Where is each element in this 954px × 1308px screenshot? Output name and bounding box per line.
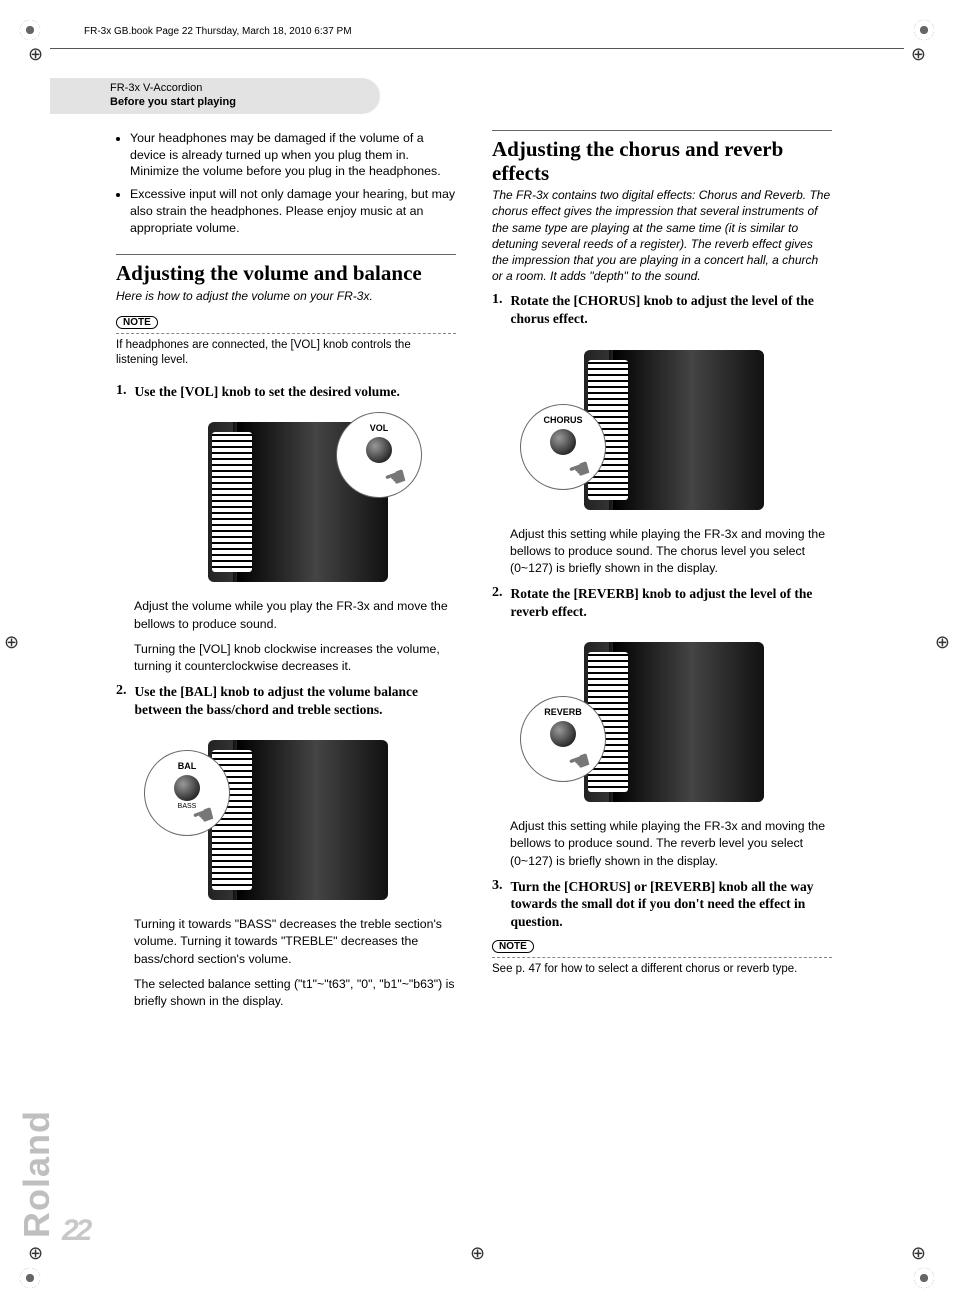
crop-cross-icon: ⊕ xyxy=(470,1243,485,1264)
product-name: FR-3x V-Accordion xyxy=(110,82,372,96)
step-number: 1. xyxy=(116,383,127,401)
hand-icon: ☚ xyxy=(381,462,411,497)
step-number: 3. xyxy=(492,878,503,931)
section-rule xyxy=(116,254,456,255)
illustration-chorus: CHORUS ☚ xyxy=(528,336,798,516)
warning-item: Excessive input will not only damage you… xyxy=(130,186,456,236)
page-number: 22 xyxy=(62,1214,89,1248)
step-head: Use the [VOL] knob to set the desired vo… xyxy=(135,383,400,401)
callout-vol: VOL ☚ xyxy=(336,412,422,498)
left-column: Your headphones may be damaged if the vo… xyxy=(116,130,456,1018)
accordion-icon xyxy=(584,642,764,802)
content-area: Your headphones may be damaged if the vo… xyxy=(116,130,836,1018)
section2-note: See p. 47 for how to select a different … xyxy=(492,962,832,978)
callout-reverb: REVERB ☚ xyxy=(520,696,606,782)
right-column: Adjusting the chorus and reverb effects … xyxy=(492,130,832,1018)
reg-corner-bl xyxy=(16,1264,44,1292)
accordion-icon xyxy=(208,740,388,900)
section2-title: Adjusting the chorus and reverb effects xyxy=(492,137,832,185)
step: 1. Rotate the [CHORUS] knob to adjust th… xyxy=(492,292,832,327)
crop-cross-icon: ⊕ xyxy=(911,44,926,65)
step: 2. Rotate the [REVERB] knob to adjust th… xyxy=(492,585,832,620)
step-number: 2. xyxy=(492,585,503,620)
callout-chorus: CHORUS ☚ xyxy=(520,404,606,490)
step-number: 1. xyxy=(492,292,503,327)
knob-icon xyxy=(366,437,392,463)
step-head: Turn the [CHORUS] or [REVERB] knob all t… xyxy=(511,878,833,931)
step: 2. Use the [BAL] knob to adjust the volu… xyxy=(116,683,456,718)
crop-cross-icon: ⊕ xyxy=(4,632,19,653)
crop-cross-icon: ⊕ xyxy=(28,44,43,65)
step-body: The selected balance setting ("t1"~"t63"… xyxy=(134,976,456,1010)
top-rule xyxy=(50,48,904,49)
step-number: 2. xyxy=(116,683,127,718)
dashed-rule xyxy=(492,957,832,958)
note-badge: NOTE xyxy=(116,316,158,329)
step-body: Adjust the volume while you play the FR-… xyxy=(134,598,456,632)
section2-intro: The FR-3x contains two digital effects: … xyxy=(492,187,832,284)
crop-cross-icon: ⊕ xyxy=(28,1243,43,1264)
running-header: FR-3x V-Accordion Before you start playi… xyxy=(50,78,380,114)
warning-item: Your headphones may be damaged if the vo… xyxy=(130,130,456,180)
section1-note: If headphones are connected, the [VOL] k… xyxy=(116,338,456,369)
step-head: Use the [BAL] knob to adjust the volume … xyxy=(135,683,457,718)
step-body: Turning it towards "BASS" decreases the … xyxy=(134,916,456,968)
section-rule xyxy=(492,130,832,131)
callout-label: BAL xyxy=(178,761,197,771)
note-badge: NOTE xyxy=(492,940,534,953)
step: 1. Use the [VOL] knob to set the desired… xyxy=(116,383,456,401)
accordion-icon xyxy=(584,350,764,510)
step-head: Rotate the [REVERB] knob to adjust the l… xyxy=(511,585,833,620)
step-head: Rotate the [CHORUS] knob to adjust the l… xyxy=(511,292,833,327)
knob-icon xyxy=(550,429,576,455)
knob-icon xyxy=(174,775,200,801)
section-name: Before you start playing xyxy=(110,96,372,110)
dashed-rule xyxy=(116,333,456,334)
step: 3. Turn the [CHORUS] or [REVERB] knob al… xyxy=(492,878,832,931)
callout-bal: BAL BASS ☚ xyxy=(144,750,230,836)
crop-caption: FR-3x GB.book Page 22 Thursday, March 18… xyxy=(84,26,352,37)
crop-cross-icon: ⊕ xyxy=(935,632,950,653)
illustration-reverb: REVERB ☚ xyxy=(528,628,798,808)
illustration-bal: BAL BASS ☚ xyxy=(152,726,422,906)
callout-label: CHORUS xyxy=(543,415,582,425)
callout-label: VOL xyxy=(370,423,389,433)
reg-corner-tr xyxy=(910,16,938,44)
step-body: Adjust this setting while playing the FR… xyxy=(510,526,832,578)
callout-label: REVERB xyxy=(544,707,582,717)
reg-corner-tl xyxy=(16,16,44,44)
section1-intro: Here is how to adjust the volume on your… xyxy=(116,288,456,304)
brand-tab: Roland xyxy=(16,1110,58,1238)
crop-cross-icon: ⊕ xyxy=(911,1243,926,1264)
knob-icon xyxy=(550,721,576,747)
illustration-vol: VOL ☚ xyxy=(152,408,422,588)
section1-title: Adjusting the volume and balance xyxy=(116,261,456,285)
step-body: Turning the [VOL] knob clockwise increas… xyxy=(134,641,456,675)
step-body: Adjust this setting while playing the FR… xyxy=(510,818,832,870)
warning-list: Your headphones may be damaged if the vo… xyxy=(116,130,456,236)
reg-corner-br xyxy=(910,1264,938,1292)
